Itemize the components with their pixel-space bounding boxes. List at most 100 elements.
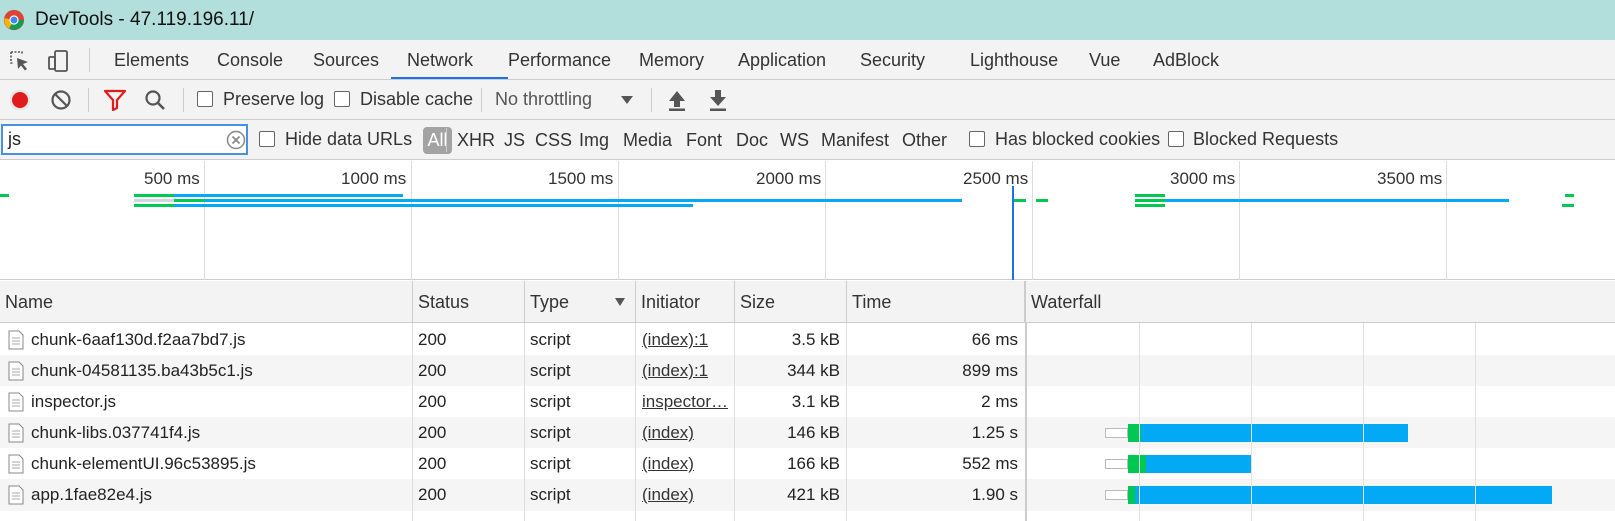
request-initiator-link[interactable]: (index):1 [642,355,730,387]
table-row[interactable]: inspector.js 200 script inspector… 3.1 kB 2 m… [0,386,1615,418]
request-type: script [530,454,571,473]
table-header: Name Status Type Initiator Size Time Wat… [0,281,1615,323]
request-status: 200 [418,423,447,442]
filter-type-ws[interactable]: WS [780,120,809,160]
overview-request-bar [134,194,174,197]
tab-lighthouse[interactable]: Lighthouse [970,40,1058,80]
waterfall-download-bar [1141,424,1408,442]
column-header-name[interactable]: Name [0,281,413,323]
waterfall-gridline [1475,323,1476,521]
inspect-element-icon[interactable] [8,49,32,73]
column-divider [412,323,413,521]
overview-gridline [1446,161,1447,280]
clear-log-icon[interactable] [50,89,72,111]
filter-type-other[interactable]: Other [902,120,947,160]
filter-input[interactable]: js [1,124,248,155]
table-row[interactable]: chunk-libs.037741f4.js 200 script (index) 14… [0,417,1615,449]
throttling-select[interactable]: No throttling [495,89,592,110]
request-initiator-link[interactable]: inspector… [642,386,730,418]
filter-type-js[interactable]: JS [504,120,525,160]
request-name: chunk-elementUI.96c53895.js [31,454,256,473]
dropdown-arrow-icon[interactable] [620,94,634,106]
network-overview[interactable]: 500 ms 1000 ms 1500 ms 2000 ms 2500 ms 3… [0,161,1615,280]
filter-type-all[interactable]: All [423,127,452,154]
table-row[interactable]: chunk-6aaf130d.f2aa7bd7.js 200 script (inde… [0,324,1615,356]
request-status: 200 [418,392,447,411]
waterfall-queue-bar [1105,490,1128,500]
request-type: script [530,361,571,380]
filter-type-doc[interactable]: Doc [736,120,768,160]
request-initiator-link[interactable]: (index):1 [642,324,730,356]
search-icon[interactable] [143,88,167,112]
tab-console[interactable]: Console [217,40,283,80]
export-har-icon[interactable] [708,88,728,112]
disable-cache-checkbox[interactable] [334,91,350,107]
request-initiator-link[interactable]: (index) [642,448,730,480]
column-header-initiator[interactable]: Initiator [636,281,735,323]
request-type: script [530,485,571,504]
overview-request-bar [1036,199,1048,202]
toolbar-separator [481,88,482,112]
device-toolbar-icon[interactable] [47,49,71,73]
request-initiator-link[interactable]: (index) [642,417,730,449]
request-type: script [530,330,571,349]
has-blocked-cookies-checkbox[interactable] [969,131,985,147]
tab-vue[interactable]: Vue [1089,40,1120,80]
sort-descending-icon [615,298,625,306]
request-name: chunk-6aaf130d.f2aa7bd7.js [31,330,246,349]
request-size: 3.1 kB [791,392,840,411]
overview-gridline [411,161,412,280]
file-icon [8,330,24,350]
file-icon [8,392,24,412]
column-header-waterfall[interactable]: Waterfall [1026,281,1615,323]
request-size: 166 kB [787,454,840,473]
request-name: chunk-libs.037741f4.js [31,423,201,442]
column-header-status[interactable]: Status [413,281,525,323]
request-time: 899 ms [962,361,1018,380]
request-type: script [530,392,571,411]
tab-elements[interactable]: Elements [114,40,189,80]
waterfall-download-bar [1146,455,1252,473]
table-row[interactable]: chunk-elementUI.96c53895.js 200 script (ind… [0,448,1615,480]
window-title-bar: DevTools - 47.119.196.11/ [0,0,1615,40]
request-size: 146 kB [787,423,840,442]
filter-type-xhr[interactable]: XHR [457,120,495,160]
request-size: 3.5 kB [791,330,840,349]
tab-sources[interactable]: Sources [313,40,379,80]
hide-data-urls-checkbox[interactable] [259,131,275,147]
request-initiator-link[interactable]: (index) [642,479,730,511]
tab-network[interactable]: Network [407,40,473,80]
request-status: 200 [418,361,447,380]
table-row[interactable]: app.1fae82e4.js 200 script (index) 421 kB 1.9… [0,479,1615,511]
request-size: 421 kB [787,485,840,504]
hide-data-urls-label: Hide data URLs [285,129,413,149]
filter-type-font[interactable]: Font [686,120,722,160]
column-divider [1025,323,1027,521]
clear-filter-icon[interactable] [226,130,246,150]
overview-tick-label: 1500 ms [548,169,614,188]
filter-type-img[interactable]: Img [579,120,609,160]
tab-memory[interactable]: Memory [639,40,704,80]
tab-performance[interactable]: Performance [508,40,611,80]
filter-type-media[interactable]: Media [623,120,672,160]
filter-icon[interactable] [103,89,127,111]
toolbar-separator [88,88,89,112]
column-header-size[interactable]: Size [735,281,847,323]
column-header-time[interactable]: Time [847,281,1026,323]
overview-request-bar [0,194,9,197]
request-time: 1.25 s [971,423,1018,442]
preserve-log-checkbox[interactable] [197,91,213,107]
tab-application[interactable]: Application [738,40,826,80]
table-row[interactable]: chunk-04581135.ba43b5c1.js 200 script (inde… [0,355,1615,387]
import-har-icon[interactable] [667,88,687,112]
preserve-log-label: Preserve log [223,89,325,109]
tab-security[interactable]: Security [860,40,925,80]
record-icon[interactable] [8,88,32,112]
tab-adblock[interactable]: AdBlock [1153,40,1219,80]
waterfall-download-bar [1135,486,1552,504]
blocked-requests-checkbox[interactable] [1168,131,1184,147]
overview-request-bar [1013,199,1026,202]
filter-type-css[interactable]: CSS [535,120,572,160]
filter-type-manifest[interactable]: Manifest [821,120,889,160]
overview-tick-label: 2000 ms [756,169,822,188]
